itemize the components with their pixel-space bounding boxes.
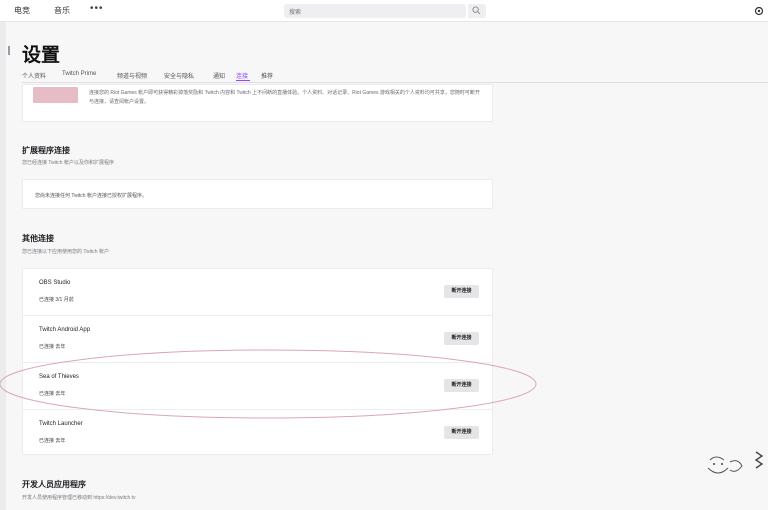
extensions-section-subtitle: 您已经连接 Twitch 帐户以及你和扩展程序 [22,160,114,166]
connection-status: 已连接 3/1 月前 [39,297,74,303]
riot-connection-card: 连接您的 Riot Games 帐户即可获得精彩掉落奖励和 Twitch 内容和… [22,84,493,122]
extensions-empty-text: 您尚未连接任何 Twitch 帐户连接已授权扩展程序。 [35,193,147,199]
extensions-section-title: 扩展程序连接 [22,146,70,155]
connection-row: Twitch Android App 已连接 去年 断开连接 [23,316,492,363]
disconnect-button[interactable]: 断开连接 [444,285,479,298]
top-nav: 电竞 音乐 ••• [14,4,104,16]
tab-profile[interactable]: 个人资料 [22,71,46,80]
nav-item-music[interactable]: 音乐 [54,5,90,16]
riot-connection-description: 连接您的 Riot Games 帐户即可获得精彩掉落奖励和 Twitch 内容和… [89,90,480,105]
search-input[interactable]: 搜索 [284,4,466,18]
connection-name: OBS Studio [39,280,71,286]
disconnect-button[interactable]: 断开连接 [444,426,479,439]
watermark-logo [707,451,764,474]
disconnect-button[interactable]: 断开连接 [444,379,479,392]
side-nav-strip [0,22,6,510]
tabs-divider [22,82,768,83]
tab-connections[interactable]: 连接 [236,71,248,80]
developer-section-title: 开发人员应用程序 [22,480,86,489]
collapse-handle[interactable] [8,46,10,55]
more-icon[interactable]: ••• [90,4,104,16]
connection-row: Sea of Thieves 已连接 去年 断开连接 [23,363,492,410]
tab-recommendations[interactable]: 推荐 [261,71,273,80]
other-connections-card: OBS Studio 已连接 3/1 月前 断开连接 Twitch Androi… [22,268,493,455]
disconnect-button[interactable]: 断开连接 [444,332,479,345]
extensions-card: 您尚未连接任何 Twitch 帐户连接已授权扩展程序。 [22,179,493,209]
tab-notifications[interactable]: 通知 [213,71,225,80]
connection-status: 已连接 去年 [39,438,66,444]
search-icon [472,6,481,15]
connection-name: Twitch Launcher [39,421,83,427]
tab-security-privacy[interactable]: 安全与隐私 [164,71,194,80]
other-connections-title: 其他连接 [22,234,54,243]
connection-row: Twitch Launcher 已连接 去年 断开连接 [23,410,492,457]
connection-name: Sea of Thieves [39,374,79,380]
connection-status: 已连接 去年 [39,344,66,350]
connection-name: Twitch Android App [39,327,91,333]
connection-row: OBS Studio 已连接 3/1 月前 断开连接 [23,269,492,316]
active-tab-indicator [236,80,250,81]
notifications-icon[interactable] [754,6,764,16]
tab-channel-videos[interactable]: 频道与视频 [117,71,147,80]
connection-status: 已连接 去年 [39,391,66,397]
tab-twitch-prime[interactable]: Twitch Prime [62,71,96,77]
other-connections-subtitle: 您已连接以下应用使用您的 Twitch 帐户 [22,249,109,255]
top-nav-bar: 电竞 音乐 ••• 搜索 [0,0,768,22]
nav-item-esports[interactable]: 电竞 [14,5,54,16]
search-button[interactable] [468,4,486,18]
riot-games-logo [33,87,78,103]
developer-section-subtitle: 开发人员使用程序管理已移动到 https://dev.twitch.tv [22,495,136,501]
page-title: 设置 [22,45,61,66]
